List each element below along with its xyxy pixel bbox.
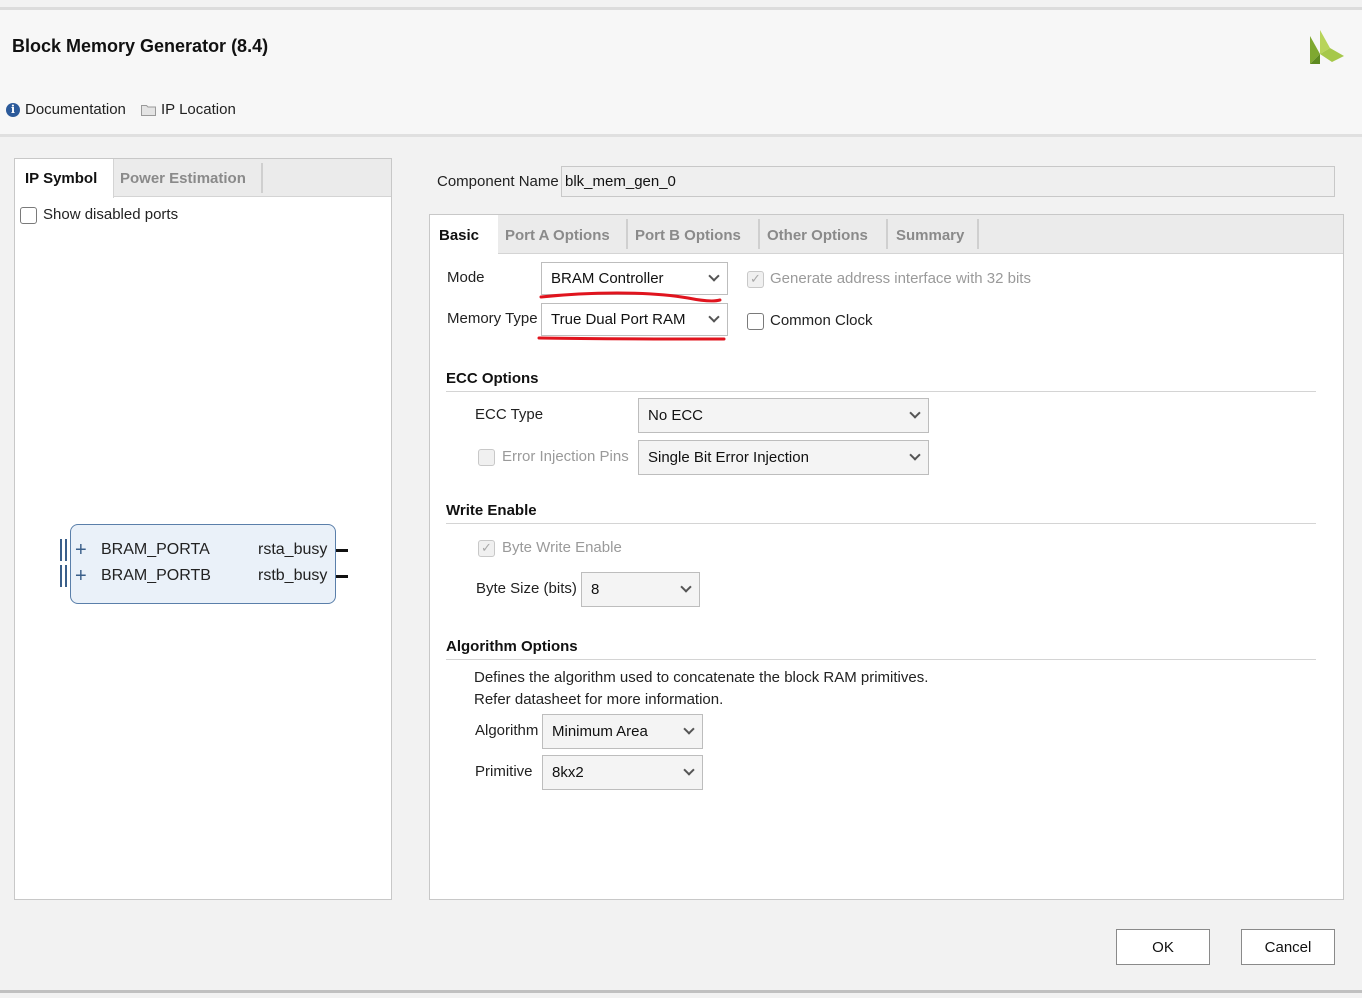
component-name-input[interactable]: blk_mem_gen_0 <box>561 166 1335 197</box>
component-name-label: Component Name <box>437 173 559 190</box>
documentation-link[interactable]: i Documentation <box>6 101 126 118</box>
show-disabled-ports-label: Show disabled ports <box>43 206 179 223</box>
byte-size-select[interactable]: 8 <box>581 572 700 607</box>
tab-divider <box>977 219 979 249</box>
pin-rstb-busy <box>336 575 348 578</box>
algorithm-value: Minimum Area <box>552 723 648 740</box>
common-clock-label: Common Clock <box>770 312 873 329</box>
algorithm-select[interactable]: Minimum Area <box>542 714 703 749</box>
show-disabled-ports-checkbox[interactable] <box>20 207 37 224</box>
error-injection-label: Error Injection Pins <box>502 448 629 465</box>
pin-rsta-busy <box>336 549 348 552</box>
section-divider <box>446 659 1316 660</box>
byte-size-label: Byte Size (bits) <box>476 580 577 597</box>
tab-port-b-options[interactable]: Port B Options <box>626 215 750 255</box>
plus-icon[interactable]: + <box>75 540 87 560</box>
red-annotation-underline <box>537 336 726 341</box>
byte-size-value: 8 <box>591 581 600 598</box>
primitive-value: 8kx2 <box>552 764 584 781</box>
byte-write-enable-checkbox[interactable] <box>478 540 495 557</box>
algorithm-label: Algorithm <box>475 722 539 739</box>
chevron-down-icon <box>708 270 720 282</box>
ip-symbol-block <box>70 524 336 604</box>
byte-write-enable-label: Byte Write Enable <box>502 539 622 556</box>
chevron-down-icon <box>708 311 720 323</box>
memory-type-label: Memory Type <box>447 310 538 327</box>
error-injection-select[interactable]: Single Bit Error Injection <box>638 440 929 475</box>
ip-location-label: IP Location <box>161 101 236 118</box>
tab-summary[interactable]: Summary <box>887 215 973 255</box>
chevron-down-icon <box>909 449 921 461</box>
generate-address-checkbox[interactable] <box>747 271 764 288</box>
memory-type-value: True Dual Port RAM <box>551 311 686 328</box>
ip-location-link[interactable]: IP Location <box>141 101 236 118</box>
port-rsta-busy: rsta_busy <box>258 541 328 558</box>
chevron-down-icon <box>683 723 695 735</box>
ecc-type-label: ECC Type <box>475 406 544 423</box>
mode-label: Mode <box>447 269 485 286</box>
port-rstb-busy: rstb_busy <box>258 567 328 584</box>
section-divider <box>446 523 1316 524</box>
tab-basic[interactable]: Basic <box>430 215 498 255</box>
header-divider <box>0 134 1362 137</box>
primitive-select[interactable]: 8kx2 <box>542 755 703 790</box>
mode-value: BRAM Controller <box>551 270 664 287</box>
bus-icon <box>60 539 67 561</box>
tab-power-estimation[interactable]: Power Estimation <box>110 159 256 198</box>
section-divider <box>446 391 1316 392</box>
chevron-down-icon <box>680 581 692 593</box>
chevron-down-icon <box>909 407 921 419</box>
ok-button[interactable]: OK <box>1116 929 1210 965</box>
window-title: Block Memory Generator (8.4) <box>12 36 269 56</box>
tab-divider <box>261 163 263 193</box>
algorithm-description-line2: Refer datasheet for more information. <box>474 691 724 708</box>
port-bram-porta: BRAM_PORTA <box>101 541 210 558</box>
bottom-border <box>0 990 1362 993</box>
primitive-label: Primitive <box>475 763 533 780</box>
tab-ip-symbol[interactable]: IP Symbol <box>15 159 114 198</box>
port-bram-portb: BRAM_PORTB <box>101 567 211 584</box>
algorithm-options-title: Algorithm Options <box>446 638 578 655</box>
ecc-options-title: ECC Options <box>446 370 539 387</box>
common-clock-checkbox[interactable] <box>747 313 764 330</box>
documentation-label: Documentation <box>25 101 126 118</box>
chevron-down-icon <box>683 764 695 776</box>
bus-icon <box>60 565 67 587</box>
ecc-type-value: No ECC <box>648 407 704 424</box>
cancel-button[interactable]: Cancel <box>1241 929 1335 965</box>
xilinx-logo-icon <box>1310 30 1344 64</box>
tab-other-options[interactable]: Other Options <box>758 215 877 255</box>
tab-port-a-options[interactable]: Port A Options <box>496 215 619 255</box>
error-injection-value: Single Bit Error Injection <box>648 449 809 466</box>
info-icon: i <box>6 102 20 117</box>
folder-icon <box>141 104 156 116</box>
error-injection-checkbox[interactable] <box>478 449 495 466</box>
ecc-type-select[interactable]: No ECC <box>638 398 929 433</box>
write-enable-title: Write Enable <box>446 502 537 519</box>
plus-icon[interactable]: + <box>75 566 87 586</box>
algorithm-description-line1: Defines the algorithm used to concatenat… <box>474 669 929 686</box>
generate-address-label: Generate address interface with 32 bits <box>770 270 1031 287</box>
